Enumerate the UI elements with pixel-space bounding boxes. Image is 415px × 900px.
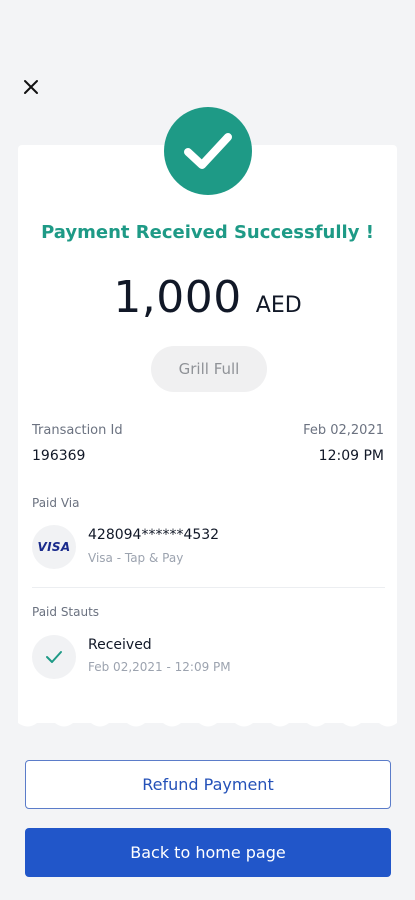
status-check-badge — [32, 635, 76, 679]
success-badge — [164, 107, 252, 195]
success-title: Payment Received Successfully ! — [41, 222, 374, 243]
back-to-home-button[interactable]: Back to home page — [25, 828, 391, 877]
check-icon — [46, 651, 62, 663]
paid-status-timestamp: Feb 02,2021 - 12:09 PM — [88, 660, 231, 674]
merchant-chip: Grill Full — [151, 346, 267, 392]
receipt-torn-edge — [18, 716, 397, 727]
visa-logo-icon: VISA — [32, 525, 76, 569]
visa-brand-text: VISA — [37, 540, 71, 554]
amount-row: 1,000 AED — [0, 272, 415, 323]
payment-method: Visa - Tap & Pay — [88, 551, 184, 565]
transaction-date: Feb 02,2021 — [303, 423, 384, 438]
amount-currency: AED — [255, 293, 302, 318]
refund-payment-button[interactable]: Refund Payment — [25, 760, 391, 809]
transaction-time: 12:09 PM — [318, 448, 384, 464]
paid-status-value: Received — [88, 637, 152, 653]
transaction-id-label: Transaction Id — [32, 423, 123, 438]
card-number: 428094******4532 — [88, 527, 220, 543]
close-button[interactable] — [18, 74, 44, 100]
amount-value: 1,000 — [113, 272, 242, 323]
paid-status-label: Paid Stauts — [32, 605, 100, 619]
section-divider — [32, 587, 385, 588]
close-icon — [24, 80, 38, 94]
check-icon — [184, 133, 232, 169]
paid-via-label: Paid Via — [32, 496, 80, 510]
transaction-id-value: 196369 — [32, 448, 86, 464]
